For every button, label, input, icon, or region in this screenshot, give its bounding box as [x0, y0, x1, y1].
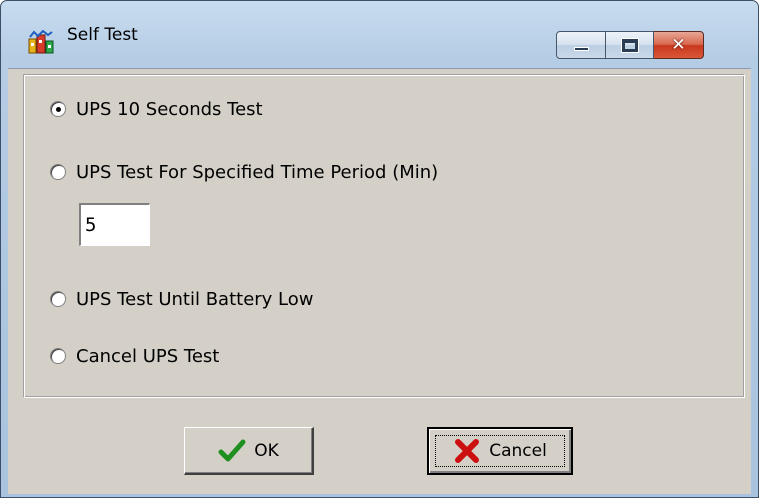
ok-button[interactable]: OK	[184, 427, 314, 475]
title-bar[interactable]: Self Test ✕	[1, 1, 758, 59]
cancel-button[interactable]: Cancel	[427, 427, 573, 475]
radio-button-selected[interactable]	[50, 101, 66, 117]
option-label: Cancel UPS Test	[76, 345, 220, 367]
option-10-seconds-test[interactable]: UPS 10 Seconds Test	[50, 97, 263, 121]
checkmark-icon	[218, 439, 246, 461]
minimize-icon	[574, 47, 589, 51]
test-options-group: UPS 10 Seconds Test UPS Test For Specifi…	[23, 74, 745, 398]
dialog-client-area: UPS 10 Seconds Test UPS Test For Specifi…	[8, 68, 751, 494]
close-button[interactable]: ✕	[654, 31, 704, 59]
close-icon: ✕	[671, 35, 686, 55]
ok-label: OK	[254, 440, 279, 461]
maximize-button[interactable]	[606, 31, 654, 59]
option-label: UPS Test For Specified Time Period (Min)	[76, 161, 439, 183]
minimize-button[interactable]	[556, 31, 606, 59]
title-bar-buttons: ✕	[556, 31, 704, 61]
maximize-icon	[622, 39, 638, 52]
time-period-minutes-input[interactable]	[79, 203, 150, 246]
option-cancel-ups-test[interactable]: Cancel UPS Test	[50, 344, 219, 368]
option-label: UPS Test Until Battery Low	[76, 288, 314, 310]
window-title: Self Test	[67, 25, 138, 45]
option-label: UPS 10 Seconds Test	[76, 98, 263, 120]
option-specified-time-test[interactable]: UPS Test For Specified Time Period (Min)	[50, 160, 438, 184]
app-icon	[28, 30, 54, 54]
radio-button[interactable]	[50, 348, 66, 364]
self-test-dialog: Self Test ✕ UPS 10 Seconds Test UPS Test…	[0, 0, 759, 498]
cancel-label: Cancel	[489, 441, 547, 461]
option-until-battery-low-test[interactable]: UPS Test Until Battery Low	[50, 287, 314, 311]
radio-button[interactable]	[50, 291, 66, 307]
radio-button[interactable]	[50, 164, 66, 180]
